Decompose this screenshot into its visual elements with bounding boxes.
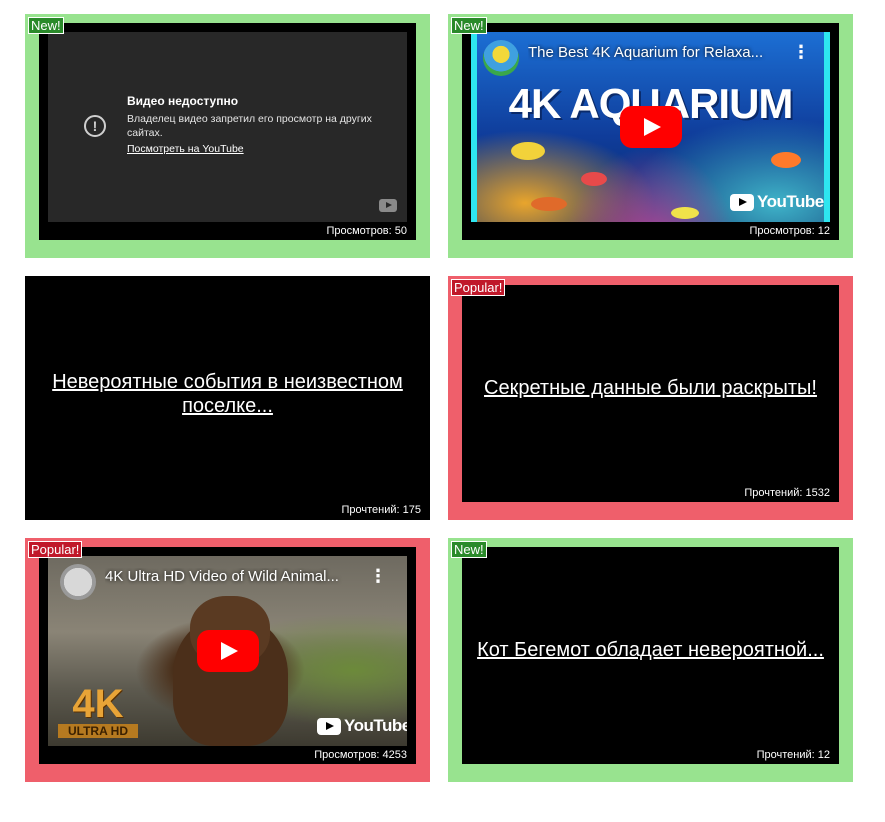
- new-badge: New!: [451, 17, 487, 34]
- story-link[interactable]: Секретные данные были раскрыты!: [462, 376, 839, 400]
- read-count: Прочтений: 175: [341, 504, 422, 516]
- youtube-logo[interactable]: YouTube: [317, 716, 407, 736]
- card-frame: Кот Бегемот обладает невероятной... Проч…: [462, 547, 839, 764]
- popular-badge: Popular!: [451, 279, 506, 296]
- card-video-unavailable: New! ! Видео недоступно Владелец видео з…: [25, 14, 430, 258]
- video-title[interactable]: The Best 4K Aquarium for Relaxa...: [528, 44, 790, 61]
- watch-on-youtube-link[interactable]: Посмотреть на YouTube: [127, 143, 244, 155]
- video-player[interactable]: The Best 4K Aquarium for Relaxa... ⋮ 4K …: [471, 32, 830, 222]
- 4k-ultra-hd-logo: 4K ULTRA HD: [58, 684, 138, 738]
- card-video-wildlife: Popular! 4K Ultra HD Video of Wild Anima…: [25, 538, 430, 782]
- fish-decoration: [671, 207, 699, 219]
- youtube-logo[interactable]: YouTube: [730, 192, 824, 212]
- read-count: Прочтений: 12: [756, 749, 830, 761]
- video-player[interactable]: ! Видео недоступно Владелец видео запрет…: [48, 32, 407, 222]
- youtube-icon: [730, 194, 754, 211]
- new-badge: New!: [28, 17, 64, 34]
- view-count: Просмотров: 4253: [314, 749, 407, 761]
- card-video-aquarium: New! The Best 4K Aquarium for Relaxa... …: [448, 14, 853, 258]
- 4k-text: 4K: [72, 682, 124, 726]
- more-options-icon[interactable]: ⋮: [792, 42, 810, 62]
- story-link[interactable]: Невероятные события в неизвестном поселк…: [25, 370, 430, 418]
- card-story: Popular! Секретные данные были раскрыты!…: [448, 276, 853, 520]
- read-count: Прочтений: 1532: [744, 487, 830, 499]
- play-button[interactable]: [196, 630, 259, 672]
- story-link[interactable]: Кот Бегемот обладает невероятной...: [462, 638, 839, 662]
- warning-icon: !: [84, 115, 106, 137]
- youtube-icon: [317, 718, 341, 735]
- channel-avatar[interactable]: [483, 40, 519, 76]
- unavailable-description: Владелец видео запретил его просмотр на …: [127, 113, 372, 139]
- video-title[interactable]: 4K Ultra HD Video of Wild Animal...: [105, 568, 367, 585]
- fish-decoration: [771, 152, 801, 168]
- fish-decoration: [511, 142, 545, 160]
- more-options-icon[interactable]: ⋮: [369, 566, 387, 586]
- fish-decoration: [531, 197, 567, 211]
- card-frame: The Best 4K Aquarium for Relaxa... ⋮ 4K …: [462, 23, 839, 240]
- new-badge: New!: [451, 541, 487, 558]
- card-frame: ! Видео недоступно Владелец видео запрет…: [39, 23, 416, 240]
- view-count: Просмотров: 12: [749, 225, 830, 237]
- card-frame: Секретные данные были раскрыты! Прочтени…: [462, 285, 839, 502]
- play-button[interactable]: [619, 106, 682, 148]
- view-count: Просмотров: 50: [326, 225, 407, 237]
- card-story: Невероятные события в неизвестном поселк…: [25, 276, 430, 520]
- youtube-logo-text: YouTube: [344, 716, 407, 735]
- youtube-icon[interactable]: [379, 199, 397, 212]
- card-story: New! Кот Бегемот обладает невероятной...…: [448, 538, 853, 782]
- card-frame: 4K Ultra HD Video of Wild Animal... ⋮ 4K…: [39, 547, 416, 764]
- popular-badge: Popular!: [28, 541, 83, 558]
- fish-decoration: [581, 172, 607, 186]
- youtube-logo-text: YouTube: [757, 192, 824, 211]
- unavailable-title: Видео недоступно: [127, 94, 239, 108]
- ultra-hd-text: ULTRA HD: [58, 724, 138, 738]
- channel-avatar[interactable]: [60, 564, 96, 600]
- video-player[interactable]: 4K Ultra HD Video of Wild Animal... ⋮ 4K…: [48, 556, 407, 746]
